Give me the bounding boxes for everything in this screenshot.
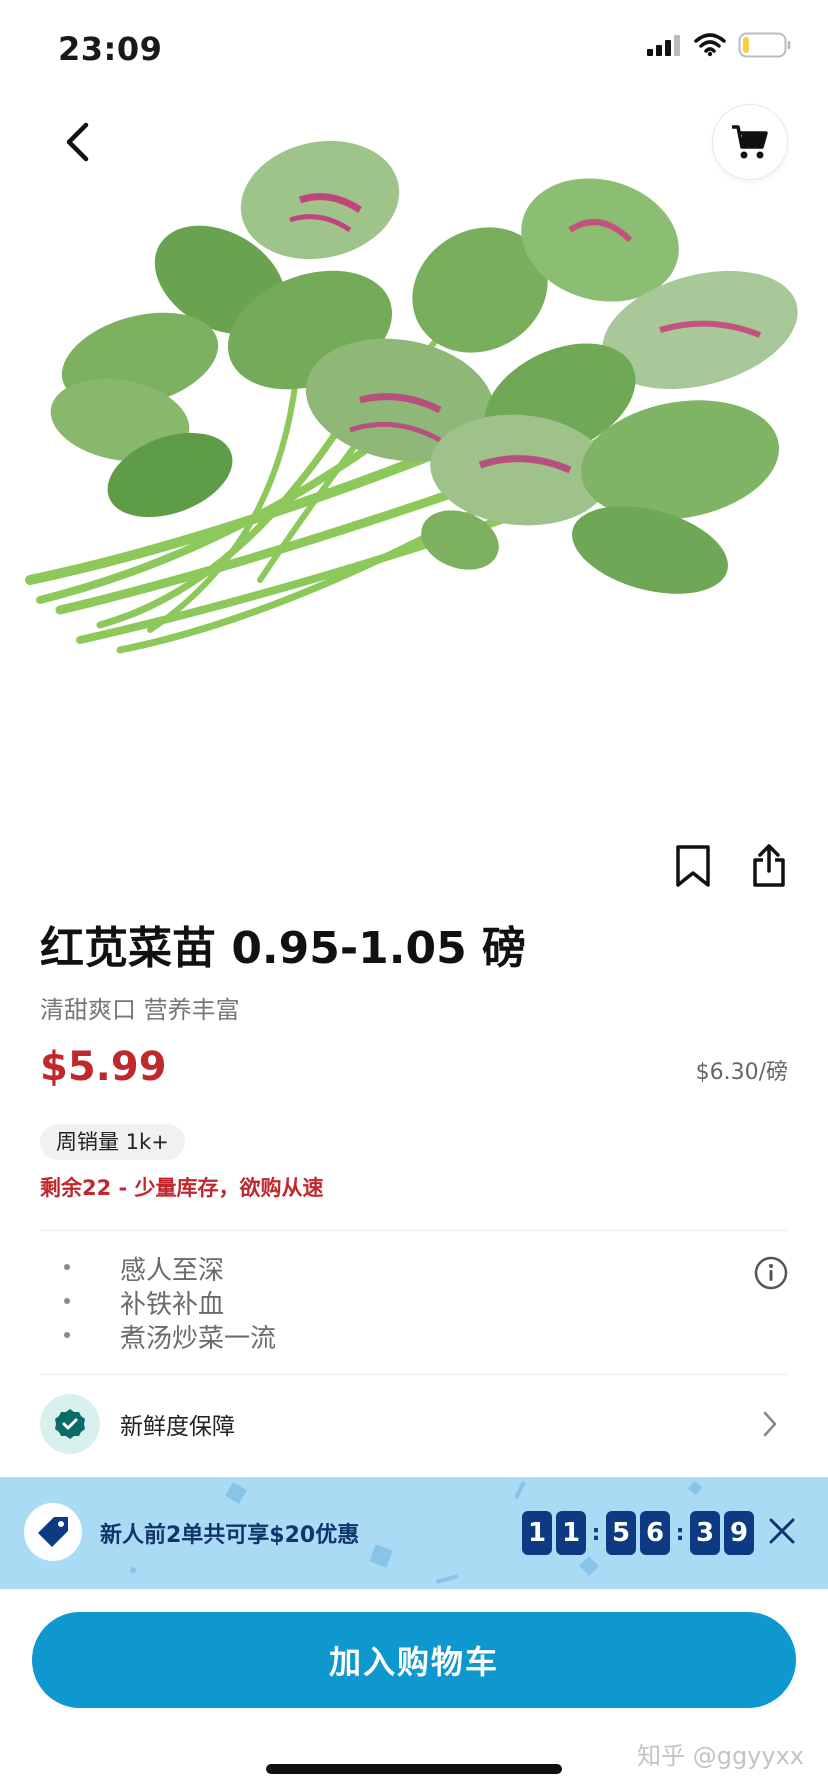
add-to-cart-button[interactable]: 加入购物车: [32, 1612, 796, 1708]
product-price: $5.99: [40, 1044, 167, 1090]
countdown-digit: 1: [556, 1511, 586, 1555]
product-image: [25, 140, 798, 654]
freshness-label: 新鲜度保障: [120, 1414, 235, 1440]
countdown-separator: :: [591, 1520, 601, 1546]
stock-note: 剩余22 - 少量库存，欲购从速: [40, 1176, 324, 1200]
back-chevron-icon: [66, 122, 89, 162]
list-item: 补铁补血: [40, 1284, 788, 1320]
status-bar: 23:09: [0, 0, 828, 100]
confetti-decoration: [369, 1544, 393, 1568]
product-actions: [672, 842, 790, 890]
promo-tag-badge: [24, 1503, 82, 1561]
list-item: 煮汤炒菜一流: [40, 1318, 788, 1354]
countdown-digit: 5: [606, 1511, 636, 1555]
freshness-icon-badge: [40, 1394, 100, 1454]
wifi-icon: [694, 33, 726, 57]
cart-icon: [732, 125, 768, 159]
confetti-decoration: [225, 1482, 247, 1504]
confetti-decoration: [687, 1480, 703, 1496]
bookmark-icon: [676, 845, 710, 887]
weekly-sales-badge: 周销量 1k+: [40, 1124, 185, 1160]
feature-text: 感人至深: [120, 1256, 225, 1286]
divider: [40, 1230, 788, 1231]
bullet: [64, 1264, 70, 1270]
confetti-decoration: [435, 1574, 459, 1584]
back-button[interactable]: [52, 112, 102, 172]
countdown-separator: :: [675, 1520, 685, 1546]
countdown-digit: 1: [522, 1511, 552, 1555]
share-icon: [753, 844, 785, 887]
promo-text: 新人前2单共可享$20优惠: [100, 1523, 360, 1548]
product-title: 红苋菜苗 0.95-1.05 磅: [40, 923, 527, 974]
chevron-right-icon: [763, 1411, 777, 1437]
confetti-decoration: [514, 1480, 526, 1500]
share-button[interactable]: [748, 842, 790, 890]
confetti-decoration: [579, 1556, 599, 1576]
cart-button[interactable]: [712, 104, 788, 180]
feature-text: 煮汤炒菜一流: [120, 1324, 277, 1354]
confetti-decoration: [130, 1567, 136, 1573]
countdown-digit: 6: [640, 1511, 670, 1555]
divider: [40, 1374, 788, 1375]
check-badge-icon: [55, 1409, 85, 1439]
countdown-digit: 9: [724, 1511, 754, 1555]
feature-text: 补铁补血: [120, 1290, 225, 1320]
bullet: [64, 1332, 70, 1338]
battery-icon: [738, 32, 791, 58]
countdown-timer: 1 1 : 5 6 : 3 9: [522, 1511, 758, 1555]
status-time: 23:09: [58, 30, 163, 68]
info-icon[interactable]: [754, 1256, 788, 1290]
countdown-digit: 3: [690, 1511, 720, 1555]
close-icon[interactable]: [766, 1515, 798, 1547]
promo-banner[interactable]: 新人前2单共可享$20优惠 1 1 : 5 6 : 3 9: [0, 1477, 828, 1589]
signal-icon: [647, 35, 680, 56]
status-icons: [646, 32, 792, 58]
bullet: [64, 1298, 70, 1304]
unit-price: $6.30/磅: [695, 1060, 788, 1085]
feature-list: 感人至深 补铁补血 煮汤炒菜一流: [40, 1250, 788, 1354]
list-item: 感人至深: [40, 1250, 788, 1286]
bookmark-button[interactable]: [672, 842, 714, 890]
product-subtitle: 清甜爽口 营养丰富: [40, 996, 240, 1024]
watermark: 知乎 @ggyyxx: [637, 1742, 804, 1770]
tag-icon: [38, 1517, 68, 1547]
freshness-guarantee-row[interactable]: 新鲜度保障: [40, 1394, 788, 1454]
home-indicator[interactable]: [266, 1764, 562, 1774]
